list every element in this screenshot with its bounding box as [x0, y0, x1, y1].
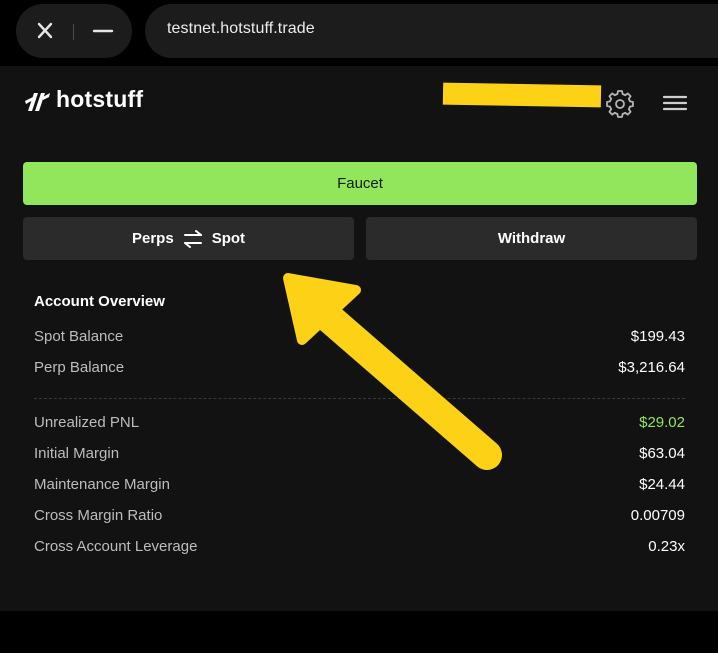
initial-margin-row: Initial Margin $63.04	[34, 445, 685, 467]
transfer-button-content: Perps Spot	[132, 217, 245, 260]
screen: testnet.hotstuff.trade hotstuff Faucet P…	[0, 0, 718, 653]
withdraw-button[interactable]: Withdraw	[366, 217, 697, 260]
browser-bar: testnet.hotstuff.trade	[0, 0, 718, 66]
cross-margin-ratio-row: Cross Margin Ratio 0.00709	[34, 507, 685, 529]
app-header: hotstuff	[0, 66, 718, 138]
transfer-to-label: Spot	[211, 230, 246, 247]
row-label: Maintenance Margin	[34, 476, 170, 493]
swap-arrows-icon	[183, 229, 202, 248]
row-label: Unrealized PNL	[34, 414, 140, 431]
section-divider	[34, 398, 685, 399]
hamburger-menu-button[interactable]	[660, 90, 690, 118]
transfer-perps-spot-button[interactable]: Perps Spot	[23, 217, 354, 260]
maintenance-margin-row: Maintenance Margin $24.44	[34, 476, 685, 498]
settings-button[interactable]	[605, 89, 635, 119]
row-value: $3,216.64	[618, 359, 685, 376]
close-icon	[37, 22, 53, 39]
row-label: Perp Balance	[34, 359, 125, 376]
row-value: $24.44	[639, 476, 685, 493]
brand-name: hotstuff	[56, 86, 144, 112]
address-bar[interactable]: testnet.hotstuff.trade	[145, 4, 718, 58]
spot-balance-row: Spot Balance $199.43	[34, 328, 685, 350]
close-button[interactable]	[16, 4, 74, 58]
minimize-button[interactable]	[74, 4, 132, 58]
cross-account-leverage-row: Cross Account Leverage 0.23x	[34, 538, 685, 560]
row-label: Initial Margin	[34, 445, 120, 462]
account-overview-title: Account Overview	[34, 293, 165, 310]
window-controls	[16, 4, 132, 58]
app-panel: hotstuff Faucet Perps Spot Withdraw Acco…	[0, 66, 718, 611]
row-label: Spot Balance	[34, 328, 124, 345]
url-text: testnet.hotstuff.trade	[167, 20, 315, 37]
gear-icon	[606, 90, 634, 118]
logo-icon	[25, 93, 50, 111]
perp-balance-row: Perp Balance $3,216.64	[34, 359, 685, 381]
faucet-button[interactable]: Faucet	[23, 162, 697, 205]
row-value: $29.02	[639, 414, 685, 431]
transfer-from-label: Perps	[131, 230, 174, 247]
row-label: Cross Margin Ratio	[34, 507, 163, 524]
row-value: 0.23x	[648, 538, 685, 555]
row-value: $199.43	[630, 328, 685, 345]
annotation-highlight	[442, 82, 602, 108]
row-label: Cross Account Leverage	[34, 538, 198, 555]
minimize-icon	[92, 29, 114, 33]
row-value: $63.04	[639, 445, 685, 462]
unrealized-pnl-row: Unrealized PNL $29.02	[34, 414, 685, 436]
hamburger-menu-icon	[662, 95, 688, 111]
row-value: 0.00709	[630, 507, 685, 524]
